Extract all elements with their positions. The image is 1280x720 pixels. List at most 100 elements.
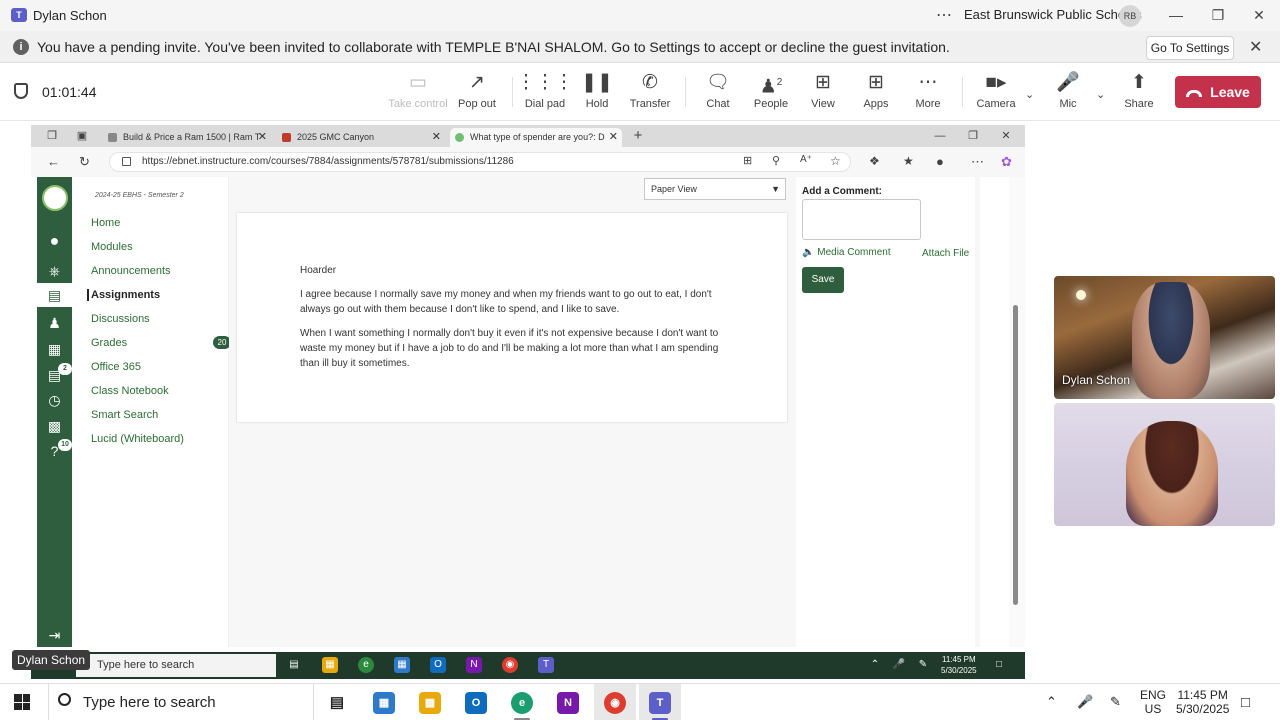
tab-ram-1500[interactable]: Build & Price a Ram 1500 | Ram T ✕ [103, 128, 271, 147]
dial-pad-button[interactable]: ⋮⋮⋮ Dial pad [515, 71, 575, 110]
courses-icon[interactable]: ▤ [37, 283, 72, 307]
tab-actions-icon[interactable]: ▣ [75, 129, 89, 143]
notifications-icon[interactable]: □ [991, 657, 1007, 673]
edge-icon[interactable]: e [358, 657, 374, 673]
extensions-icon[interactable]: ❖ [869, 154, 880, 168]
start-windows-icon[interactable] [14, 694, 30, 710]
course-nav-assignments[interactable]: Assignments [87, 289, 160, 301]
history-clock-icon[interactable]: ◷ [37, 392, 72, 409]
hold-button[interactable]: ❚❚ Hold [567, 71, 627, 110]
camera-options-chevron-down-icon[interactable]: ⌄ [1025, 88, 1034, 101]
restore-icon[interactable]: ❐ [1208, 5, 1228, 25]
comment-textarea[interactable] [802, 199, 921, 240]
more-options-icon[interactable]: ⋯ [936, 5, 953, 25]
course-nav-office-365[interactable]: Office 365 [91, 361, 141, 373]
scrollbar-thumb[interactable] [1013, 305, 1018, 605]
show-hidden-icons-chevron-up-icon[interactable]: ⌃ [1046, 694, 1057, 710]
dismiss-banner-icon[interactable]: ✕ [1249, 37, 1262, 57]
microsoft-store-icon[interactable]: ▦ [373, 692, 395, 714]
video-tile-self[interactable] [1054, 403, 1275, 526]
onenote-icon[interactable]: N [466, 657, 482, 673]
favorites-list-icon[interactable]: ★ [903, 154, 914, 168]
minimize-icon[interactable]: — [1166, 5, 1186, 25]
browser-close-icon[interactable]: ✕ [999, 129, 1013, 143]
organization-name[interactable]: East Brunswick Public Schools [964, 7, 1142, 22]
course-nav-lucid-whiteboard[interactable]: Lucid (Whiteboard) [91, 433, 184, 445]
taskbar-search[interactable]: Type here to search [48, 684, 314, 720]
camera-button[interactable]: ■▸ Camera [966, 71, 1026, 110]
course-nav-announcements[interactable]: Announcements [91, 265, 171, 277]
show-hidden-icons-chevron-up-icon[interactable]: ⌃ [867, 657, 883, 673]
profile-icon[interactable]: ● [936, 154, 944, 169]
teams-icon[interactable]: T [649, 692, 671, 714]
tab-spender-assignment[interactable]: What type of spender are you?: D ✕ [450, 128, 622, 147]
apps-button[interactable]: ⊞ Apps [846, 71, 906, 110]
favorite-star-icon[interactable]: ☆ [830, 154, 841, 168]
collapse-nav-arrow-icon[interactable]: ⇥ [37, 627, 72, 644]
store-icon[interactable]: ▦ [394, 657, 410, 673]
course-nav-grades[interactable]: Grades [91, 337, 127, 349]
take-control-button[interactable]: ▭ Take control [388, 71, 448, 110]
outlook-icon[interactable]: O [465, 692, 487, 714]
view-mode-select[interactable]: Paper View ▼ [644, 178, 786, 200]
school-logo-icon[interactable] [37, 185, 72, 215]
browser-restore-icon[interactable]: ❐ [966, 129, 980, 143]
pen-icon[interactable]: ✎ [915, 657, 931, 673]
chrome-icon[interactable]: ◉ [502, 657, 518, 673]
clock[interactable]: 11:45 PM 5/30/2025 [1176, 688, 1229, 716]
outlook-icon[interactable]: O [430, 657, 446, 673]
mic-button[interactable]: 🎤 Mic [1038, 71, 1098, 110]
more-button[interactable]: ⋯ More [898, 71, 958, 110]
close-window-icon[interactable]: ✕ [1249, 5, 1269, 25]
share-button[interactable]: ⬆ Share [1109, 71, 1169, 110]
groups-icon[interactable]: ♟ [37, 315, 72, 332]
course-nav-modules[interactable]: Modules [91, 241, 133, 253]
calendar-icon[interactable]: ▦ [37, 341, 72, 358]
teams-icon[interactable]: T [538, 657, 554, 673]
browser-menu-icon[interactable]: ⋯ [971, 154, 984, 170]
microphone-tray-icon[interactable]: 🎤 [1077, 694, 1093, 710]
mic-options-chevron-down-icon[interactable]: ⌄ [1096, 88, 1105, 101]
shared-mic-icon[interactable]: 🎤 [891, 657, 907, 673]
browser-minimize-icon[interactable]: — [933, 129, 947, 143]
new-tab-button[interactable]: + [631, 128, 645, 143]
attach-file-link[interactable]: Attach File [922, 248, 969, 259]
edge-icon[interactable]: e [511, 692, 533, 714]
course-nav-home[interactable]: Home [91, 217, 120, 229]
course-nav-discussions[interactable]: Discussions [91, 313, 150, 325]
pen-tray-icon[interactable]: ✎ [1110, 694, 1121, 710]
course-nav-class-notebook[interactable]: Class Notebook [91, 385, 169, 397]
onenote-icon[interactable]: N [557, 692, 579, 714]
task-view-icon[interactable]: ▤ [326, 692, 348, 714]
close-tab-icon[interactable]: ✕ [258, 128, 267, 147]
view-button[interactable]: ⊞ View [793, 71, 853, 110]
language-indicator[interactable]: ENG US [1140, 688, 1166, 716]
commons-icon[interactable]: ▩ [37, 418, 72, 435]
course-nav-smart-search[interactable]: Smart Search [91, 409, 158, 421]
pop-out-button[interactable]: ↗ Pop out [447, 71, 507, 110]
leave-button[interactable]: Leave [1175, 76, 1261, 108]
close-tab-icon[interactable]: ✕ [432, 128, 441, 147]
media-comment-link[interactable]: 🔈 Media Comment [802, 247, 891, 258]
account-icon[interactable]: ● [37, 233, 72, 251]
people-button[interactable]: ♟2 People [741, 71, 801, 110]
go-to-settings-button[interactable]: Go To Settings [1146, 36, 1234, 60]
zoom-icon[interactable]: ⚲ [772, 154, 780, 167]
transfer-button[interactable]: ✆ Transfer [620, 71, 680, 110]
page-scrollbar[interactable] [1009, 177, 1025, 647]
workspaces-icon[interactable]: ❐ [45, 129, 59, 143]
tab-gmc-canyon[interactable]: 2025 GMC Canyon ✕ [277, 128, 445, 147]
task-view-icon[interactable]: ▤ [286, 657, 302, 673]
copilot-icon[interactable]: ✿ [1001, 154, 1012, 170]
close-tab-icon[interactable]: ✕ [609, 128, 618, 147]
file-explorer-icon[interactable]: ▦ [419, 692, 441, 714]
avatar[interactable]: RB [1119, 5, 1141, 27]
chat-button[interactable]: 🗨 Chat [688, 71, 748, 110]
chrome-icon[interactable]: ◉ [604, 692, 626, 714]
url-field[interactable]: https://ebnet.instructure.com/courses/78… [109, 152, 851, 172]
split-screen-icon[interactable]: ⊞ [743, 154, 752, 167]
refresh-icon[interactable]: ↻ [79, 154, 90, 170]
shared-clock[interactable]: 11:45 PM 5/30/2025 [941, 654, 977, 676]
notifications-icon[interactable]: □ [1241, 694, 1250, 711]
shared-search-box[interactable]: Type here to search [76, 654, 276, 677]
